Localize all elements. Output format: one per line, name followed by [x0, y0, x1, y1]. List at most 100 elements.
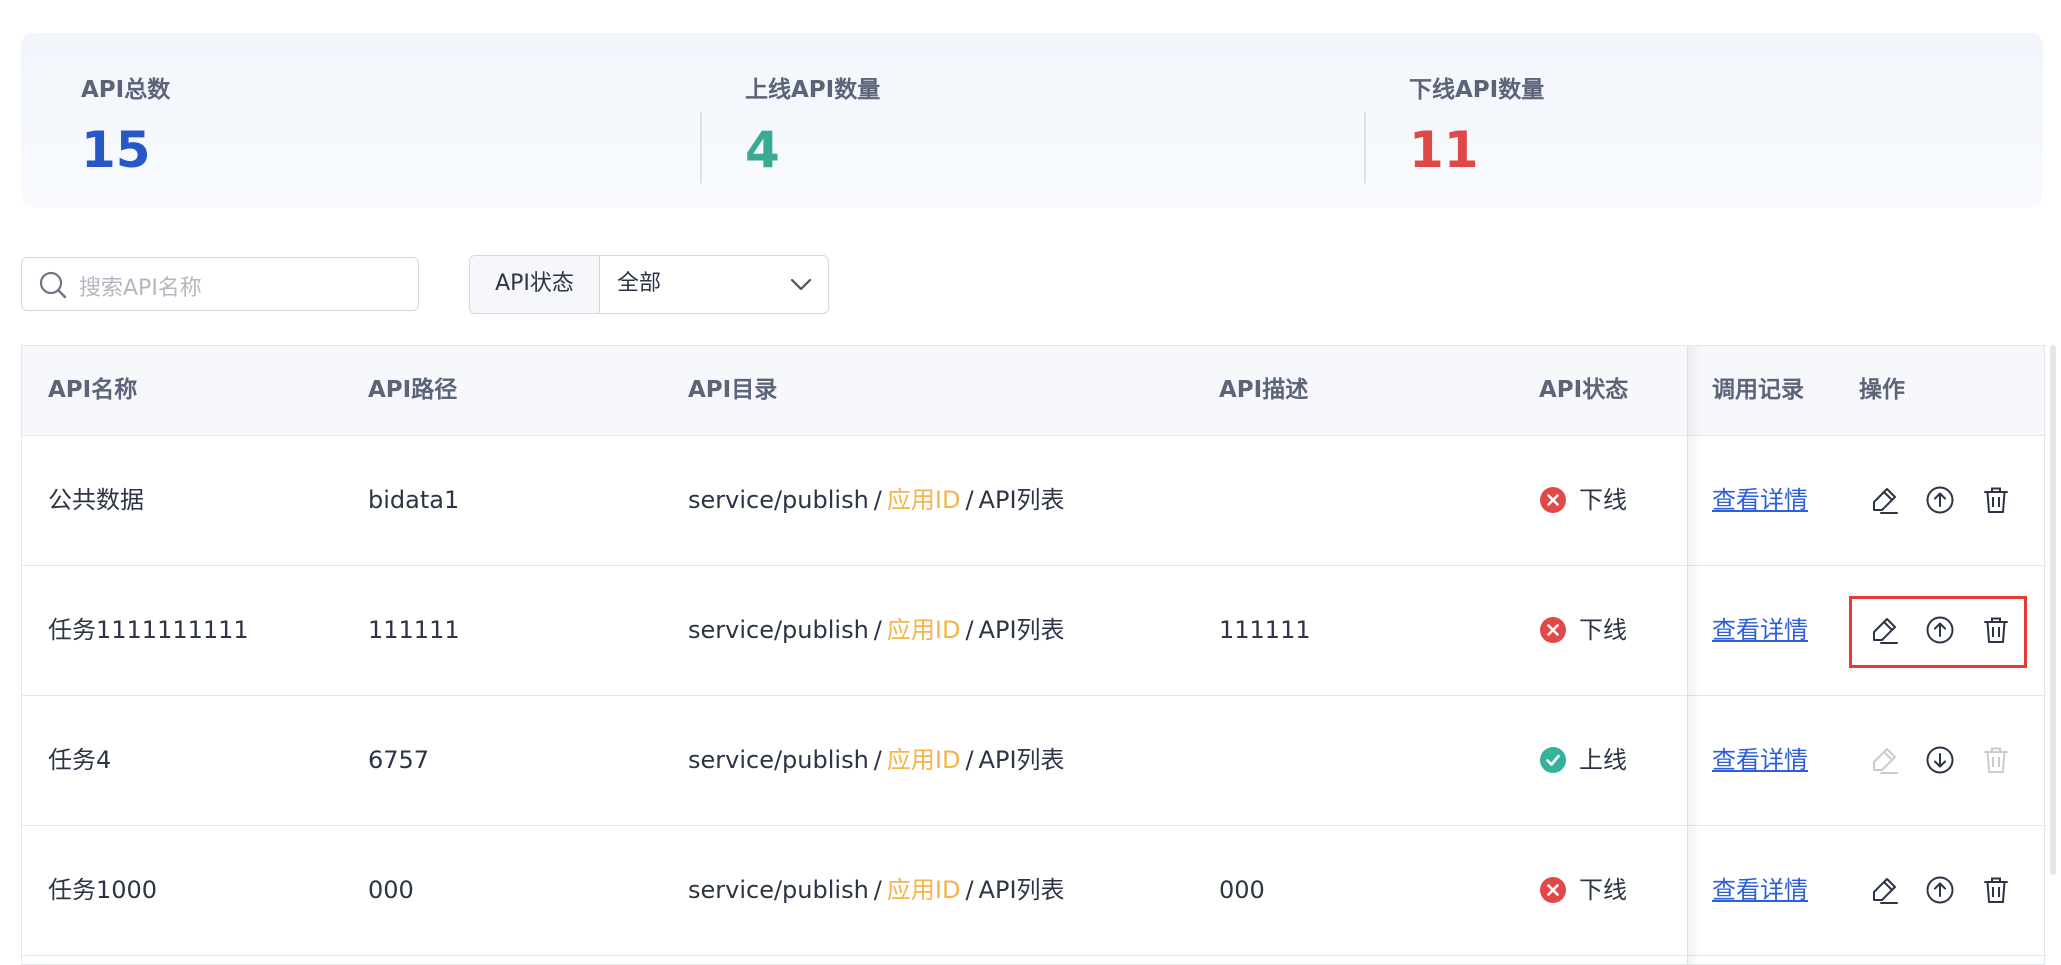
col-header-record: 调用记录 — [1712, 377, 1804, 403]
cell-api-name: 公共数据 — [48, 486, 144, 514]
cell-call-record: 查看详情 — [1712, 436, 1808, 564]
vertical-scrollbar[interactable] — [2050, 345, 2056, 875]
fixed-column-divider — [1687, 346, 1688, 964]
stats-card: API总数 15 上线API数量 4 下线API数量 11 — [21, 33, 2043, 208]
cell-api-name: 任务1111111111 — [48, 616, 249, 644]
api-table: API名称 API路径 API目录 API描述 API状态 调用记录 操作 公共… — [21, 345, 2045, 965]
cell-actions — [1869, 566, 2037, 694]
dir-segment-app-id: 应用ID — [886, 876, 961, 904]
stat-online-value: 4 — [745, 121, 780, 179]
cell-actions — [1869, 696, 2037, 824]
table-row: 任务4 6757 service/publish / 应用ID / API列表 上线 查… — [22, 696, 2044, 826]
cell-api-status: 下线 — [1539, 436, 1627, 564]
table-row: 公共数据 bidata1 service/publish / 应用ID / API列表 … — [22, 436, 2044, 566]
view-details-link[interactable]: 查看详情 — [1712, 486, 1808, 514]
status-text: 下线 — [1579, 486, 1627, 514]
stat-total-value: 15 — [81, 121, 151, 179]
dir-segment-list: API列表 — [978, 746, 1065, 774]
cell-api-desc: 111111 — [1219, 616, 1311, 644]
cell-api-path: 111111 — [368, 616, 460, 644]
dir-segment-service: service/publish — [688, 876, 869, 904]
publish-up-icon[interactable] — [1925, 875, 1955, 905]
cell-api-path: 6757 — [368, 746, 430, 774]
cell-api-name: 任务4 — [48, 746, 112, 774]
status-text: 下线 — [1579, 876, 1627, 904]
publish-up-icon[interactable] — [1925, 485, 1955, 515]
delete-icon-disabled — [1984, 747, 2008, 773]
cell-api-dir: service/publish / 应用ID / API列表 — [688, 566, 1065, 694]
online-check-icon — [1540, 747, 1566, 773]
dir-segment-list: API列表 — [978, 616, 1065, 644]
cell-api-dir: service/publish / 应用ID / API列表 — [688, 826, 1065, 954]
dir-segment-service: service/publish — [688, 486, 869, 514]
status-filter-select[interactable]: API状态 全部 — [469, 255, 829, 314]
search-placeholder: 搜索API名称 — [79, 276, 202, 301]
cell-api-status: 上线 — [1539, 696, 1627, 824]
view-details-link[interactable]: 查看详情 — [1712, 876, 1808, 904]
status-filter-label: API状态 — [470, 256, 600, 313]
dir-separator: / — [873, 486, 882, 514]
dir-segment-service: service/publish — [688, 746, 869, 774]
chevron-down-icon — [790, 278, 812, 291]
delete-icon[interactable] — [1981, 875, 2011, 905]
cell-call-record: 查看详情 — [1712, 566, 1808, 694]
col-header-path: API路径 — [368, 377, 458, 403]
col-header-actions: 操作 — [1859, 377, 1905, 403]
dir-separator: / — [965, 486, 974, 514]
col-header-desc: API描述 — [1219, 377, 1309, 403]
table-row: 任务1000 000 service/publish / 应用ID / API列表 00… — [22, 826, 2044, 956]
dir-segment-app-id: 应用ID — [886, 486, 961, 514]
stat-total-label: API总数 — [81, 77, 171, 103]
search-icon — [39, 271, 67, 299]
dir-segment-service: service/publish — [688, 616, 869, 644]
cell-api-name: 任务1000 — [48, 876, 158, 904]
col-header-dir: API目录 — [688, 377, 778, 403]
dir-separator: / — [873, 746, 882, 774]
unpublish-down-icon[interactable] — [1925, 745, 1955, 775]
cell-api-path: 000 — [368, 876, 414, 904]
edit-icon[interactable] — [1869, 485, 1899, 515]
edit-icon[interactable] — [1869, 615, 1899, 645]
cell-api-dir: service/publish / 应用ID / API列表 — [688, 696, 1065, 824]
col-header-status: API状态 — [1539, 377, 1629, 403]
dir-segment-list: API列表 — [978, 486, 1065, 514]
stat-offline-label: 下线API数量 — [1409, 77, 1545, 103]
cell-call-record: 查看详情 — [1712, 696, 1808, 824]
stat-divider — [1364, 111, 1366, 183]
status-text: 上线 — [1579, 746, 1627, 774]
table-header: API名称 API路径 API目录 API描述 API状态 调用记录 操作 — [22, 346, 2044, 436]
view-details-link[interactable]: 查看详情 — [1712, 616, 1808, 644]
dir-separator: / — [873, 616, 882, 644]
cell-actions — [1869, 826, 2037, 954]
cell-call-record: 查看详情 — [1712, 826, 1808, 954]
status-filter-value: 全部 — [617, 271, 662, 296]
dir-separator: / — [965, 616, 974, 644]
offline-x-icon — [1540, 617, 1566, 643]
edit-icon-disabled — [1873, 748, 1898, 774]
status-text: 下线 — [1579, 616, 1627, 644]
delete-icon[interactable] — [1981, 615, 2011, 645]
dir-separator: / — [965, 746, 974, 774]
search-input[interactable]: 搜索API名称 — [21, 257, 419, 311]
cell-api-status: 下线 — [1539, 566, 1627, 694]
dir-separator: / — [965, 876, 974, 904]
dir-segment-app-id: 应用ID — [886, 746, 961, 774]
cell-api-path: bidata1 — [368, 486, 460, 514]
stat-online-label: 上线API数量 — [745, 77, 881, 103]
dir-segment-app-id: 应用ID — [886, 616, 961, 644]
cell-actions — [1869, 436, 2037, 564]
stat-divider — [700, 111, 702, 183]
dir-segment-list: API列表 — [978, 876, 1065, 904]
col-header-name: API名称 — [48, 377, 138, 403]
offline-x-icon — [1540, 487, 1566, 513]
table-row: 任务1111111111 111111 service/publish / 应用ID… — [22, 566, 2044, 696]
view-details-link[interactable]: 查看详情 — [1712, 746, 1808, 774]
cell-api-dir: service/publish / 应用ID / API列表 — [688, 436, 1065, 564]
delete-icon[interactable] — [1981, 485, 2011, 515]
publish-up-icon[interactable] — [1925, 615, 1955, 645]
dir-separator: / — [873, 876, 882, 904]
cell-api-status: 下线 — [1539, 826, 1627, 954]
stat-offline-value: 11 — [1409, 121, 1479, 179]
edit-icon[interactable] — [1869, 875, 1899, 905]
offline-x-icon — [1540, 877, 1566, 903]
